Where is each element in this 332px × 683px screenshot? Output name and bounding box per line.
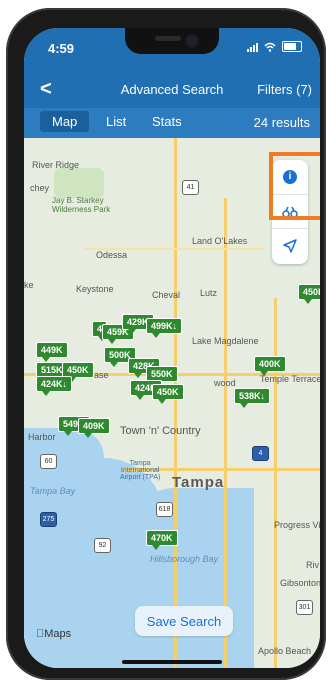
map-label: Hillsborough Bay [150,554,219,564]
map-label: Keystone [76,284,114,294]
map-label: Harbor [28,432,56,442]
map-label: Progress Vi [274,520,320,530]
route-shield: 92 [94,538,111,553]
route-shield: 41 [182,180,199,195]
map-label: Tampa Bay [30,486,76,496]
tab-list[interactable]: List [106,114,126,129]
map-label: Jay B. Starkey Wilderness Park [52,196,111,214]
listing-marker[interactable]: 400K [254,356,286,376]
listing-marker[interactable]: 450K [298,284,320,304]
highlight-box [269,152,320,220]
map-label: Apollo Beach [258,646,312,656]
status-time: 4:59 [48,41,75,56]
location-button[interactable] [272,228,308,263]
map-label: Gibsonton [280,578,320,588]
hillsborough-bay-water [134,488,254,668]
phone-frame: 4:59 < Advanced Search Filters (7) Map L… [6,8,326,680]
map-label: Tampa [172,474,225,491]
home-indicator [122,660,222,664]
route-shield: 618 [156,502,173,517]
listing-marker[interactable]: 499K↓ [146,318,183,338]
listing-marker[interactable]: 538K↓ [234,388,271,408]
notch [125,28,219,54]
battery-icon [282,41,302,52]
route-shield: 301 [296,600,313,615]
map-label: Land O'Lakes [192,236,248,246]
tab-map[interactable]: Map [40,111,90,132]
map-label: Lake Magdalene [192,336,259,346]
nav-bar: < Advanced Search Filters (7) [24,72,320,108]
map-label: ase [94,370,109,380]
wifi-icon [264,42,276,52]
status-icons [247,41,302,52]
route-shield: 60 [40,454,57,469]
map-label: Tampa International Airport (TPA) [120,460,161,481]
save-search-button[interactable]: Save Search [135,606,233,636]
map-label: Temple Terrace [260,374,320,384]
listing-marker[interactable]: 450K [152,384,184,404]
map-label: chey [30,183,50,193]
map-label: Lutz [200,288,218,298]
listing-marker[interactable]: 470K [146,530,178,550]
map-label: ke [24,280,34,290]
route-shield: 4 [252,446,269,461]
listing-marker[interactable]: 409K [78,418,110,438]
road [274,298,277,668]
road [224,198,227,668]
signal-icon [247,42,258,52]
map-label: Riv [306,560,319,570]
tab-stats[interactable]: Stats [152,114,182,129]
map-label: Town 'n' Country [120,425,201,437]
results-count: 24 results [253,115,310,130]
view-tabs: Map List Stats 24 results [24,108,320,138]
map-label: River Ridge [32,160,80,170]
map-label: wood [214,378,236,388]
location-arrow-icon [283,239,297,253]
map-label: Odessa [96,250,128,260]
maps-brand: Maps [36,628,71,640]
screen: 4:59 < Advanced Search Filters (7) Map L… [24,28,320,668]
filters-button[interactable]: Filters (7) [257,82,312,97]
road [174,138,177,668]
listing-marker[interactable]: 424K↓ [36,376,73,396]
listing-marker[interactable]: 449K [36,342,68,362]
map-label: Cheval [152,290,181,300]
route-shield: 275 [40,512,57,527]
park-area [54,168,104,198]
